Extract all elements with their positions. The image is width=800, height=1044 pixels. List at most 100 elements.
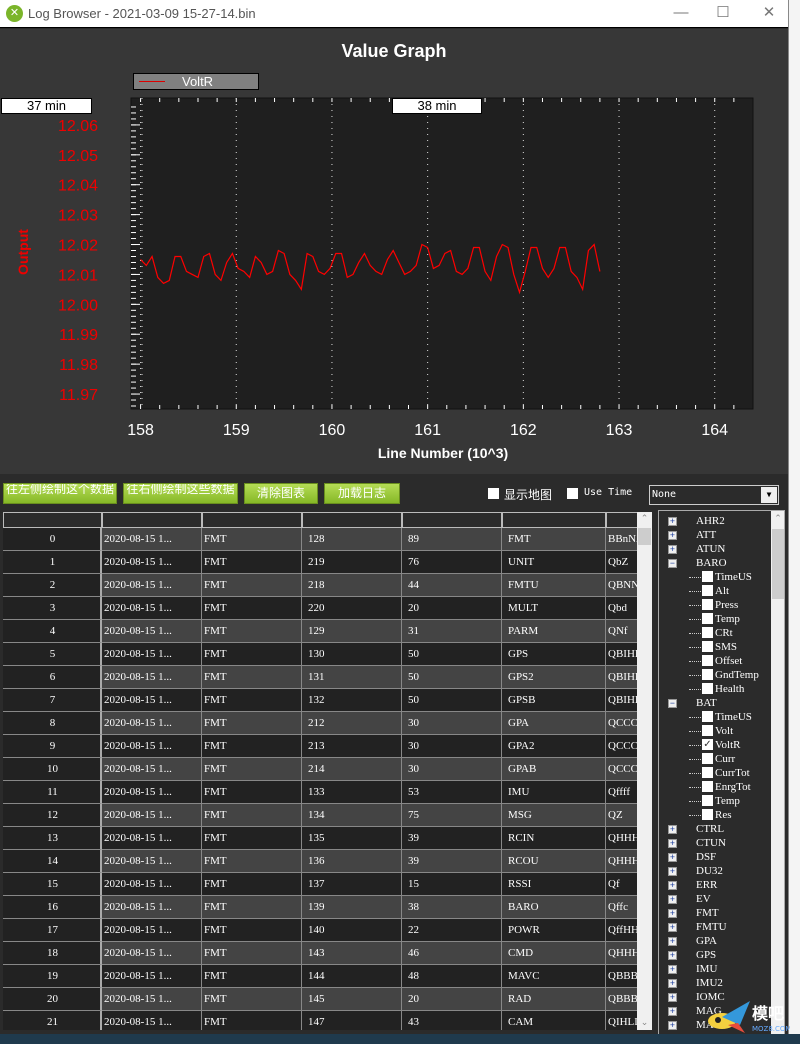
field-checkbox[interactable] (702, 599, 713, 610)
series-dropdown[interactable]: None ▼ (649, 485, 779, 505)
collapse-icon[interactable]: − (668, 559, 677, 568)
tree-item[interactable]: + ATT (659, 528, 769, 542)
expand-icon[interactable]: + (668, 545, 677, 554)
tree-item[interactable]: − BAT (659, 696, 769, 710)
tree-item[interactable]: Temp (659, 794, 769, 808)
expand-icon[interactable]: + (668, 531, 677, 540)
tree-item[interactable]: Volt (659, 724, 769, 738)
field-checkbox[interactable] (702, 571, 713, 582)
expand-icon[interactable]: + (668, 951, 677, 960)
tree-item[interactable]: Alt (659, 584, 769, 598)
tree-item[interactable]: + IMU2 (659, 976, 769, 990)
scroll-down-icon[interactable]: ⌄ (637, 1017, 652, 1028)
expand-icon[interactable]: + (668, 825, 677, 834)
value-graph[interactable]: 158 159 160 161 162 163 164 12.06 12.05 12.04 12.0… (0, 29, 788, 474)
expand-icon[interactable]: + (668, 1021, 677, 1030)
tree-item[interactable]: + AHR2 (659, 514, 769, 528)
tree-item[interactable]: CurrTot (659, 766, 769, 780)
table-row[interactable]: 9 2020-08-15 1... FMT 213 30 GPA2 QCCCC (3, 735, 646, 758)
tree-item[interactable]: + FMT (659, 906, 769, 920)
column-header[interactable] (402, 512, 502, 528)
tree-item[interactable]: Res (659, 808, 769, 822)
table-scrollbar[interactable]: ⌃ ⌄ (637, 512, 652, 1030)
table-row[interactable]: 17 2020-08-15 1... FMT 140 22 POWR QffHH (3, 919, 646, 942)
table-row[interactable]: 4 2020-08-15 1... FMT 129 31 PARM QNf (3, 620, 646, 643)
field-checkbox[interactable] (702, 753, 713, 764)
minimize-button[interactable]: — (666, 2, 696, 24)
table-row[interactable]: 12 2020-08-15 1... FMT 134 75 MSG QZ (3, 804, 646, 827)
field-checkbox[interactable] (702, 725, 713, 736)
draw-left-button[interactable]: 往左侧绘制这个数据 (3, 483, 117, 504)
expand-icon[interactable]: + (668, 979, 677, 988)
tree-item[interactable]: + DSF (659, 850, 769, 864)
tree-item[interactable]: + ERR (659, 878, 769, 892)
tree-item[interactable]: GndTemp (659, 668, 769, 682)
table-row[interactable]: 5 2020-08-15 1... FMT 130 50 GPS QBIHB (3, 643, 646, 666)
tree-item[interactable]: Health (659, 682, 769, 696)
table-row[interactable]: 21 2020-08-15 1... FMT 147 43 CAM QIHLL (3, 1011, 646, 1030)
tree-item[interactable]: + DU32 (659, 864, 769, 878)
tree-item[interactable]: − BARO (659, 556, 769, 570)
maximize-button[interactable]: ☐ (708, 2, 738, 24)
scroll-up-icon[interactable]: ⌃ (771, 513, 784, 524)
field-checkbox[interactable] (702, 669, 713, 680)
column-header[interactable] (502, 512, 606, 528)
expand-icon[interactable]: + (668, 881, 677, 890)
field-checkbox[interactable] (702, 655, 713, 666)
expand-icon[interactable]: + (668, 923, 677, 932)
collapse-icon[interactable]: − (668, 699, 677, 708)
expand-icon[interactable]: + (668, 937, 677, 946)
tree-item[interactable]: EnrgTot (659, 780, 769, 794)
tree-item[interactable]: Temp (659, 612, 769, 626)
field-checkbox[interactable] (702, 781, 713, 792)
tree-item[interactable]: + GPA (659, 934, 769, 948)
column-header[interactable] (302, 512, 402, 528)
expand-icon[interactable]: + (668, 965, 677, 974)
expand-icon[interactable]: + (668, 853, 677, 862)
show-map-checkbox[interactable] (488, 488, 499, 499)
field-checkbox[interactable] (702, 809, 713, 820)
chart-canvas[interactable]: 158 159 160 161 162 163 164 12.06 12.05 12.04 12.0… (0, 29, 788, 474)
tree-item[interactable]: TimeUS (659, 710, 769, 724)
tree-item[interactable]: + CTRL (659, 822, 769, 836)
table-row[interactable]: 18 2020-08-15 1... FMT 143 46 CMD QHHHH (3, 942, 646, 965)
table-row[interactable]: 16 2020-08-15 1... FMT 139 38 BARO Qffc (3, 896, 646, 919)
tree-item[interactable]: TimeUS (659, 570, 769, 584)
column-header[interactable] (102, 512, 202, 528)
table-row[interactable]: 7 2020-08-15 1... FMT 132 50 GPSB QBIHB (3, 689, 646, 712)
table-row[interactable]: 15 2020-08-15 1... FMT 137 15 RSSI Qf (3, 873, 646, 896)
field-checkbox[interactable] (702, 627, 713, 638)
tree-item[interactable]: + GPS (659, 948, 769, 962)
table-row[interactable]: 14 2020-08-15 1... FMT 136 39 RCOU QHHHH (3, 850, 646, 873)
use-time-checkbox[interactable] (567, 488, 578, 499)
expand-icon[interactable]: + (668, 517, 677, 526)
scroll-up-icon[interactable]: ⌃ (637, 513, 652, 524)
clear-graph-button[interactable]: 清除图表 (244, 483, 318, 504)
tree-item[interactable]: + IMU (659, 962, 769, 976)
expand-icon[interactable]: + (668, 909, 677, 918)
column-header[interactable] (202, 512, 302, 528)
tree-item[interactable]: CRt (659, 626, 769, 640)
expand-icon[interactable]: + (668, 839, 677, 848)
load-log-button[interactable]: 加载日志 (324, 483, 400, 504)
expand-icon[interactable]: + (668, 1007, 677, 1016)
field-checkbox[interactable] (702, 711, 713, 722)
table-row[interactable]: 10 2020-08-15 1... FMT 214 30 GPAB QCCCC (3, 758, 646, 781)
tree-item[interactable]: SMS (659, 640, 769, 654)
table-row[interactable]: 13 2020-08-15 1... FMT 135 39 RCIN QHHHH (3, 827, 646, 850)
expand-icon[interactable]: + (668, 895, 677, 904)
expand-icon[interactable]: + (668, 867, 677, 876)
table-row[interactable]: 11 2020-08-15 1... FMT 133 53 IMU Qffff (3, 781, 646, 804)
field-checkbox[interactable] (702, 641, 713, 652)
table-row[interactable]: 1 2020-08-15 1... FMT 219 76 UNIT QbZ (3, 551, 646, 574)
tree-item[interactable]: Curr (659, 752, 769, 766)
table-row[interactable]: 6 2020-08-15 1... FMT 131 50 GPS2 QBIHB (3, 666, 646, 689)
table-row[interactable]: 0 2020-08-15 1... FMT 128 89 FMT BBnNZ (3, 528, 646, 551)
field-checkbox[interactable] (702, 795, 713, 806)
table-row[interactable]: 8 2020-08-15 1... FMT 212 30 GPA QCCCC (3, 712, 646, 735)
chevron-down-icon[interactable]: ▼ (761, 487, 777, 503)
tree-item[interactable]: + CTUN (659, 836, 769, 850)
scroll-thumb[interactable] (772, 529, 784, 599)
table-row[interactable]: 3 2020-08-15 1... FMT 220 20 MULT Qbd (3, 597, 646, 620)
scroll-thumb[interactable] (638, 528, 651, 545)
